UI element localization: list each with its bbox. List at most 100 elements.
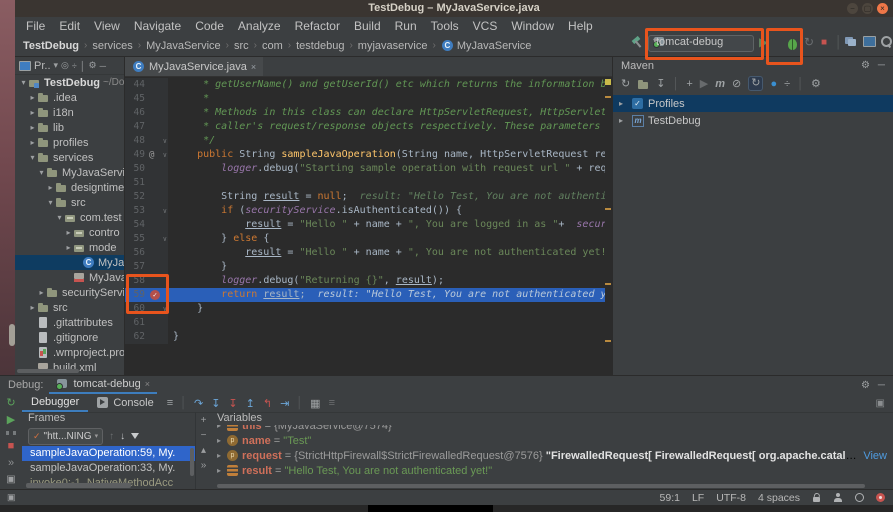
hide-panel-button[interactable]: ─ xyxy=(878,380,885,391)
run-config-selector[interactable]: tomcat-debug ▾ xyxy=(648,35,754,52)
status-59-1[interactable]: 59:1 xyxy=(660,492,680,504)
stripe-mark[interactable] xyxy=(605,283,611,285)
code-line-58[interactable]: 58 logger.debug("Returning {}", result); xyxy=(125,274,605,288)
evaluate-expression-button[interactable]: ▦ xyxy=(310,397,320,410)
code-line-51[interactable]: 51 xyxy=(125,176,605,190)
debug-session-tab[interactable]: tomcat-debug × xyxy=(49,376,157,394)
expand-arrow-icon[interactable]: ▸ xyxy=(64,228,73,237)
reimport-button[interactable]: ↻ xyxy=(621,77,630,90)
minimize-button[interactable]: − xyxy=(847,3,858,14)
title-bar[interactable]: TestDebug – MyJavaService.java − ▢ × xyxy=(15,0,893,18)
project-tree-item-contro[interactable]: ▸contro xyxy=(15,225,124,240)
build-hammer-icon[interactable] xyxy=(630,35,644,49)
rerun-button[interactable]: ↻ xyxy=(6,397,15,409)
download-icon[interactable]: ↧ xyxy=(656,77,665,90)
code-line-57[interactable]: 57 } xyxy=(125,260,605,274)
collapse-all-button[interactable]: ÷ xyxy=(784,78,790,90)
expand-arrow-icon[interactable]: ▸ xyxy=(619,99,627,108)
code-line-45[interactable]: 45 * xyxy=(125,92,605,106)
menu-refactor[interactable]: Refactor xyxy=(288,17,347,35)
code-line-62[interactable]: 62} xyxy=(125,330,605,344)
menu-navigate[interactable]: Navigate xyxy=(127,17,188,35)
project-tree-item-myjavas[interactable]: MyJavaS xyxy=(15,270,124,285)
menu-file[interactable]: File xyxy=(19,17,52,35)
code-line-55[interactable]: 55∨ } else { xyxy=(125,232,605,246)
code-line-59[interactable]: 59✓ return result; result: "Hello Test, … xyxy=(125,288,605,302)
run-maven-button[interactable]: ▶ xyxy=(700,77,708,90)
filter-icon[interactable] xyxy=(131,433,139,439)
menu-vcs[interactable]: VCS xyxy=(466,17,505,35)
drop-frame-button[interactable]: ↰ xyxy=(263,397,272,410)
collapse-arrow-icon[interactable]: ▾ xyxy=(19,78,28,87)
project-tree-item-myjav[interactable]: MyJav xyxy=(15,255,124,270)
project-tree-item-src[interactable]: ▾src xyxy=(15,195,124,210)
project-tree-item-src[interactable]: ▸src xyxy=(15,300,124,315)
stop-button[interactable]: ■ xyxy=(8,440,15,452)
expand-arrow-icon[interactable]: ▸ xyxy=(64,243,73,252)
breadcrumb-item-testdebug[interactable]: TestDebug xyxy=(23,40,79,52)
code-line-61[interactable]: 61 xyxy=(125,316,605,330)
code-line-52[interactable]: 52 String result = null; result: "Hello … xyxy=(125,190,605,204)
code-area[interactable]: 44 * getUserName() and getUserId() etc w… xyxy=(125,78,605,344)
project-tree-item-wmproject-prop[interactable]: .wmproject.prop xyxy=(15,345,124,360)
reimport-toggle-on[interactable]: ↻ xyxy=(748,76,763,91)
code-line-46[interactable]: 46 * Methods in this class can declare H… xyxy=(125,106,605,120)
expand-arrow-icon[interactable]: ▸ xyxy=(217,466,227,475)
breadcrumb-item-myjavaservice[interactable]: MyJavaService xyxy=(146,40,221,52)
breadcrumb-item-testdebug[interactable]: testdebug xyxy=(296,40,344,52)
run-to-cursor-button[interactable]: ⇥ xyxy=(280,397,289,410)
locate-file-button[interactable]: ◎ xyxy=(61,60,69,71)
stripe-mark[interactable] xyxy=(605,340,611,342)
collapse-arrow-icon[interactable]: ▾ xyxy=(28,153,37,162)
project-tree-item-designtime[interactable]: ▸designtime xyxy=(15,180,124,195)
fold-icon[interactable]: ∨ xyxy=(163,148,167,162)
move-up-button[interactable]: ▴ xyxy=(201,446,206,456)
project-tree-item-i18n[interactable]: ▸i18n xyxy=(15,105,124,120)
code-line-54[interactable]: 54 result = "Hello " + name + ", You are… xyxy=(125,218,605,232)
breadcrumb-item-myjavaservice[interactable]: MyJavaService xyxy=(457,40,532,52)
previous-frame-button[interactable]: ↑ xyxy=(109,431,114,442)
close-icon[interactable]: × xyxy=(251,62,256,72)
stripe-mark[interactable] xyxy=(605,96,611,98)
restore-layout-button[interactable]: ▣ xyxy=(6,474,15,485)
expand-arrow-icon[interactable]: ▸ xyxy=(217,436,227,445)
menu-analyze[interactable]: Analyze xyxy=(231,17,288,35)
expand-arrow-icon[interactable]: ▸ xyxy=(28,123,37,132)
hide-panel-button[interactable]: ─ xyxy=(878,60,885,71)
expand-arrow-icon[interactable]: ▸ xyxy=(217,451,227,460)
add-profile-button[interactable]: + xyxy=(686,78,692,90)
project-tree-item-myjavaservic[interactable]: ▾MyJavaServic xyxy=(15,165,124,180)
project-tree-item-com-test[interactable]: ▾com.test xyxy=(15,210,124,225)
maven-settings-button[interactable]: ● xyxy=(770,78,777,90)
menu-code[interactable]: Code xyxy=(188,17,231,35)
tab-console[interactable]: Console xyxy=(88,394,162,412)
thread-selector[interactable]: ✓ "htt...NING ▾ xyxy=(28,428,103,445)
variable-row-request[interactable]: ▸prequest = {StrictHttpFirewall$StrictFi… xyxy=(211,448,893,463)
variable-row-result[interactable]: ▸result = "Hello Test, You are not authe… xyxy=(211,463,893,478)
execute-goal-button[interactable]: m xyxy=(715,78,725,90)
expand-arrow-icon[interactable]: ▸ xyxy=(28,108,37,117)
project-tree-item-services[interactable]: ▾services xyxy=(15,150,124,165)
access-icon[interactable] xyxy=(833,493,843,503)
code-line-44[interactable]: 44 * getUserName() and getUserId() etc w… xyxy=(125,78,605,92)
wrench-icon[interactable]: ⚙ xyxy=(811,77,821,90)
menu-edit[interactable]: Edit xyxy=(52,17,87,35)
more-actions-button[interactable]: » xyxy=(8,457,14,469)
error-notification-icon[interactable] xyxy=(876,493,885,502)
settings-gear-icon[interactable]: ⚙ xyxy=(861,380,870,391)
lock-icon[interactable] xyxy=(812,493,821,503)
menu-help[interactable]: Help xyxy=(561,17,600,35)
project-tree-item-lib[interactable]: ▸lib xyxy=(15,120,124,135)
hide-panel-button[interactable]: ─ xyxy=(100,61,106,71)
status-utf-8[interactable]: UTF-8 xyxy=(716,492,746,504)
next-frame-button[interactable]: ↓ xyxy=(120,431,125,442)
status-lf[interactable]: LF xyxy=(692,492,704,504)
project-tree-item-profiles[interactable]: ▸profiles xyxy=(15,135,124,150)
resume-button[interactable]: ▶ xyxy=(7,414,15,426)
expand-arrow-icon[interactable]: ▸ xyxy=(28,138,37,147)
collapse-arrow-icon[interactable]: ▾ xyxy=(37,168,46,177)
code-line-48[interactable]: 48∨ */ xyxy=(125,134,605,148)
project-tree-item-idea[interactable]: ▸.idea xyxy=(15,90,124,105)
layout-settings-icon[interactable]: ≡ xyxy=(167,397,173,409)
restore-layout-icon[interactable]: ▣ xyxy=(876,398,893,409)
